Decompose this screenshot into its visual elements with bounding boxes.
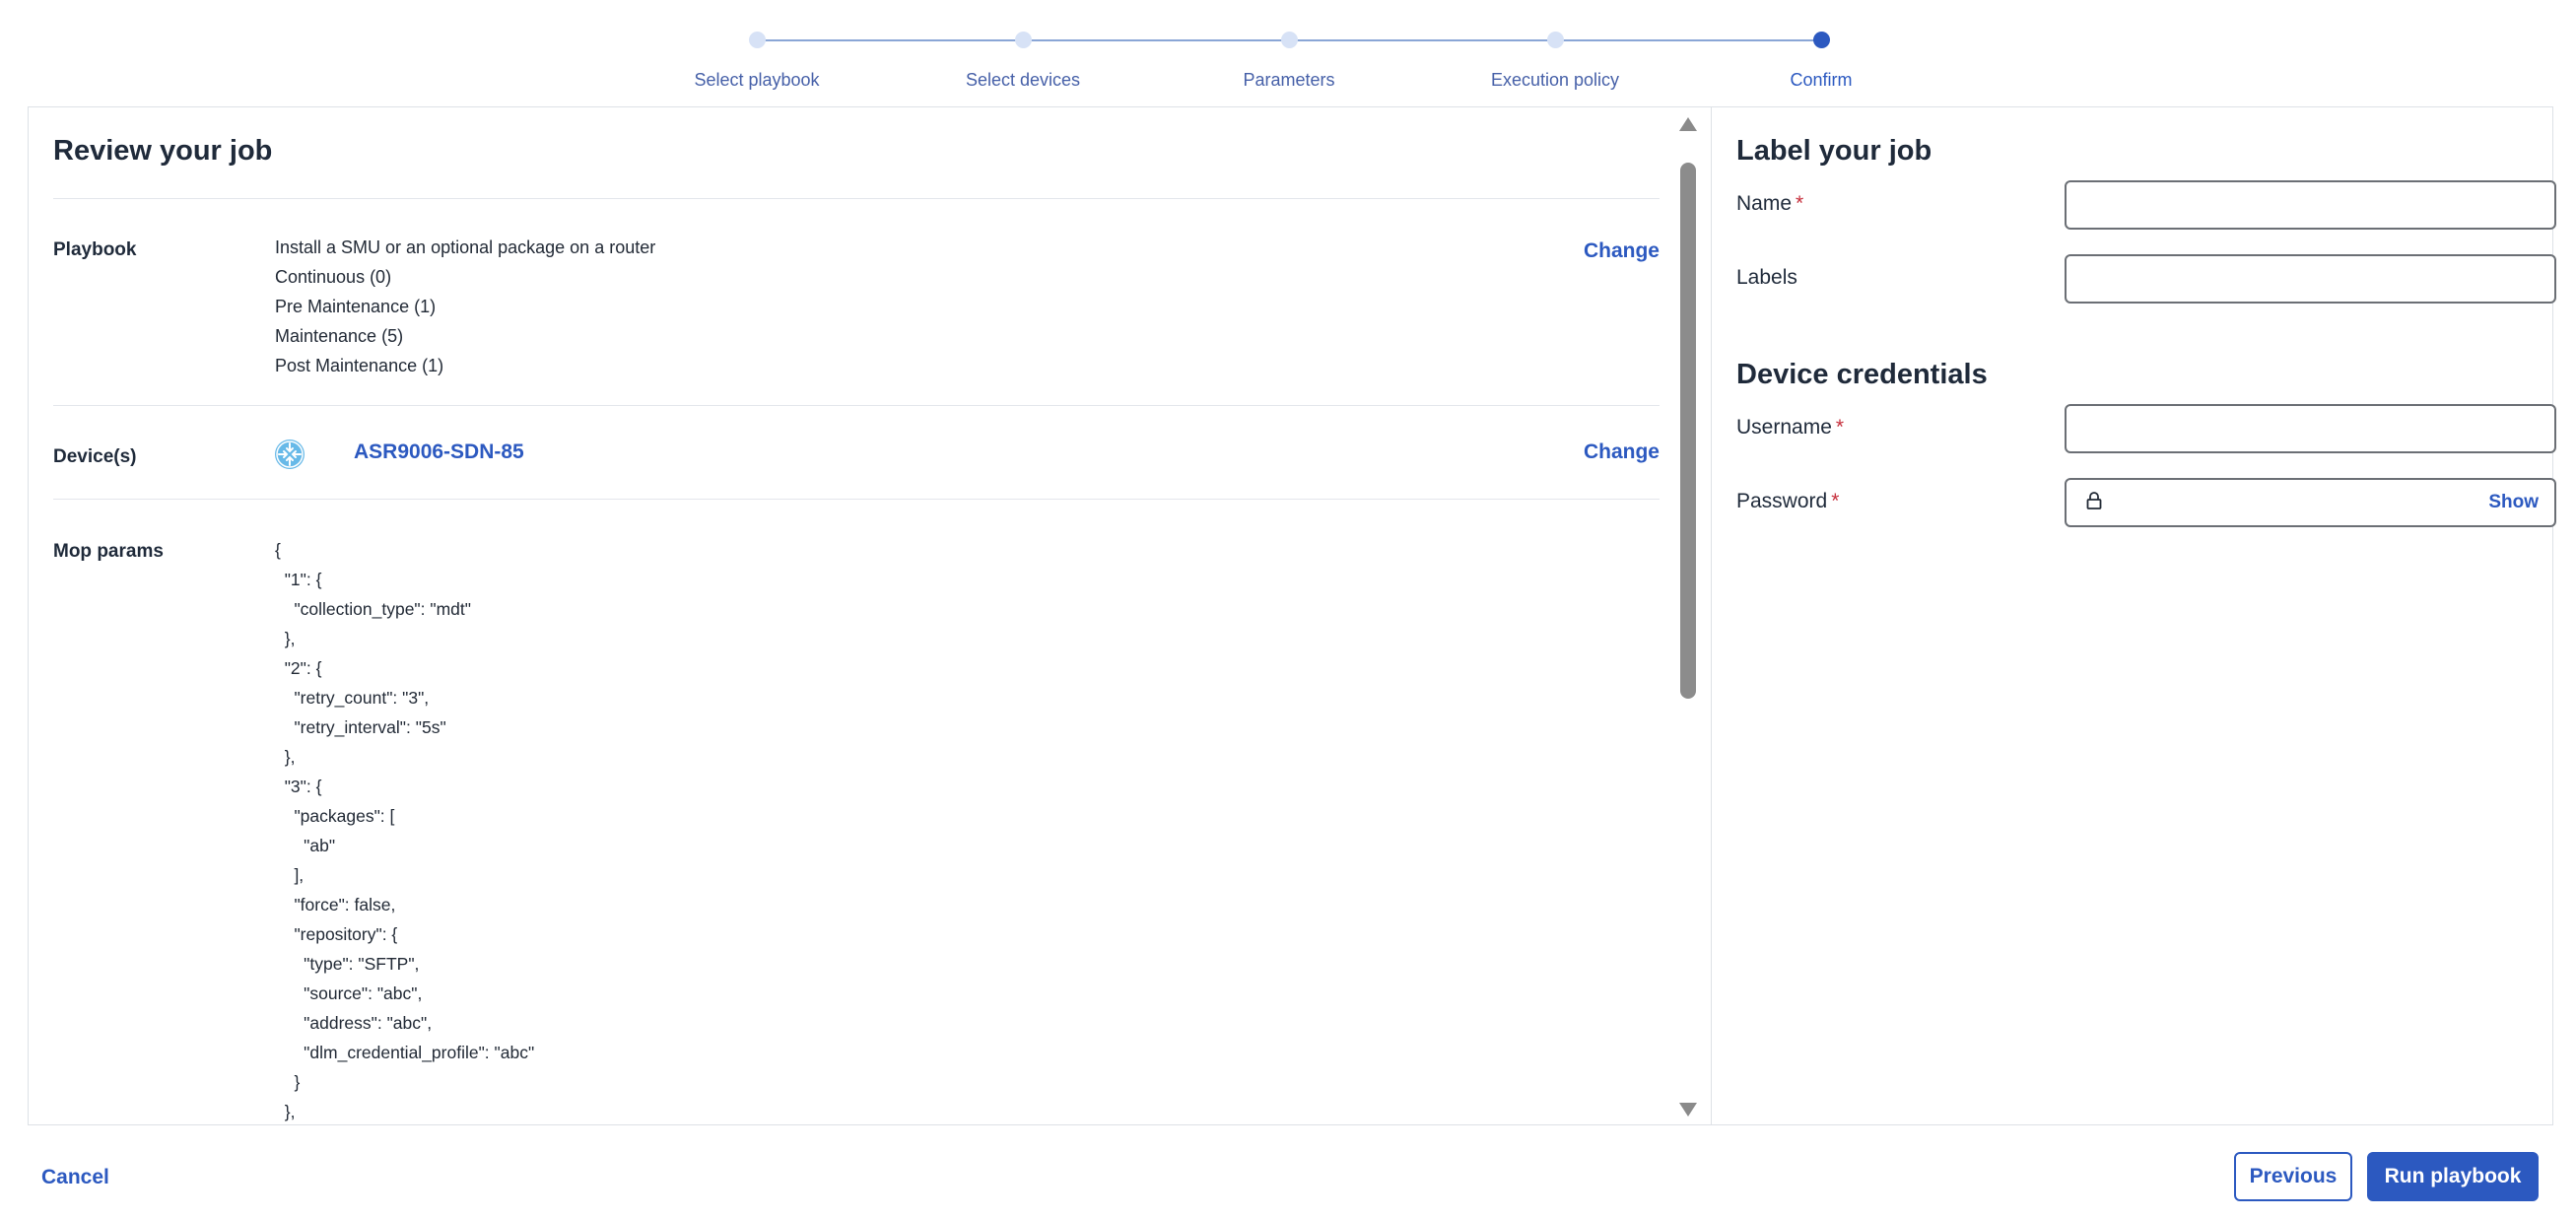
labels-field-label: Labels [1736,266,1797,290]
change-playbook-link[interactable]: Change [1584,239,1660,263]
lock-icon [2086,491,2102,510]
step-parameters[interactable]: Parameters [1141,28,1437,91]
wizard-stepper: Select playbook Select devices Parameter… [694,28,1853,97]
playbook-continuous: Continuous (0) [275,267,392,287]
password-field-label: Password * [1736,490,1839,513]
divider [53,499,1660,500]
json-line: "repository": { [275,924,398,944]
step-label: Select playbook [694,70,820,90]
devices-label: Device(s) [53,446,137,467]
cancel-link[interactable]: Cancel [41,1166,109,1189]
label-job-title: Label your job [1736,135,1932,167]
step-label: Execution policy [1490,70,1620,90]
name-label-text: Name [1736,192,1793,215]
scroll-down-arrow-icon[interactable] [1679,1103,1697,1117]
password-input[interactable]: Show [2065,478,2556,527]
json-line: "3": { [275,777,322,796]
json-line: "collection_type": "mdt" [275,599,471,619]
review-scrollbar[interactable] [1676,117,1700,1117]
review-panel: Review your job Playbook Install a SMU o… [29,107,1712,1124]
json-line: "type": "SFTP", [275,954,420,974]
step-confirm[interactable]: Confirm [1673,28,1969,91]
json-line: "force": false, [275,895,396,914]
step-label: Confirm [1790,70,1853,90]
json-line: "retry_count": "3", [275,688,430,708]
json-line: } [275,1072,301,1092]
job-settings-panel: Label your job Name * Labels Device crede… [1712,107,2556,1124]
step-select-playbook[interactable]: Select playbook [609,28,905,91]
device-link[interactable]: ASR9006-SDN-85 [354,440,524,464]
run-playbook-button[interactable]: Run playbook [2367,1152,2539,1201]
json-line: { [275,540,281,560]
json-line: "ab" [275,836,336,855]
step-execution-policy[interactable]: Execution policy [1407,28,1703,91]
device-credentials-title: Device credentials [1736,359,1988,390]
json-line: "packages": [ [275,806,395,826]
playbook-label: Playbook [53,239,137,260]
json-line: }, [275,629,296,648]
playbook-name: Install a SMU or an optional package on … [275,237,656,257]
divider [53,198,1660,199]
playbook-pre-maintenance: Pre Maintenance (1) [275,297,437,316]
json-line: }, [275,747,296,767]
mop-params-row: Mop params { "1": { "collection_type": "… [53,535,1660,1124]
required-marker: * [1796,192,1804,215]
password-label-text: Password [1736,490,1828,512]
json-line: "address": "abc", [275,1013,433,1033]
json-line: "1": { [275,570,322,589]
required-marker: * [1831,490,1840,512]
json-line: "source": "abc", [275,983,423,1003]
change-devices-link[interactable]: Change [1584,440,1660,464]
divider [53,405,1660,406]
json-line: "dlm_credential_profile": "abc" [275,1043,535,1062]
router-icon [275,440,305,469]
step-dot-active [1812,32,1830,48]
review-title: Review your job [53,135,273,167]
playbook-details: Install a SMU or an optional package on … [275,233,655,380]
playbook-post-maintenance: Post Maintenance (1) [275,356,444,375]
previous-button[interactable]: Previous [2234,1152,2352,1201]
username-label-text: Username [1736,416,1832,439]
devices-row: Device(s) ASR9006-SDN-85 Change [53,440,1660,482]
username-input[interactable] [2065,404,2556,453]
json-line: "retry_interval": "5s" [275,717,446,737]
content-panels: Review your job Playbook Install a SMU o… [28,106,2556,1125]
step-dot [748,32,766,48]
step-label: Parameters [1243,70,1335,90]
step-dot [1014,32,1032,48]
json-line: ], [275,865,305,885]
scroll-up-arrow-icon[interactable] [1679,117,1697,131]
show-password-toggle[interactable]: Show [2488,492,2539,513]
playbook-row: Playbook Install a SMU or an optional pa… [53,234,1660,375]
mop-params-json: { "1": { "collection_type": "mdt" }, "2"… [275,535,534,1124]
job-name-input[interactable] [2065,180,2556,230]
json-line: "2": { [275,658,322,678]
required-marker: * [1835,416,1845,439]
step-dot [1280,32,1298,48]
step-label: Select devices [965,70,1081,90]
playbook-maintenance: Maintenance (5) [275,326,404,346]
json-line: }, [275,1102,296,1121]
labels-label-text: Labels [1736,266,1797,289]
job-labels-input[interactable] [2065,254,2556,304]
step-dot [1546,32,1564,48]
name-field-label: Name * [1736,192,1803,216]
mop-params-label: Mop params [53,541,164,562]
step-select-devices[interactable]: Select devices [875,28,1171,91]
scroll-thumb[interactable] [1680,163,1696,699]
username-field-label: Username * [1736,416,1844,440]
